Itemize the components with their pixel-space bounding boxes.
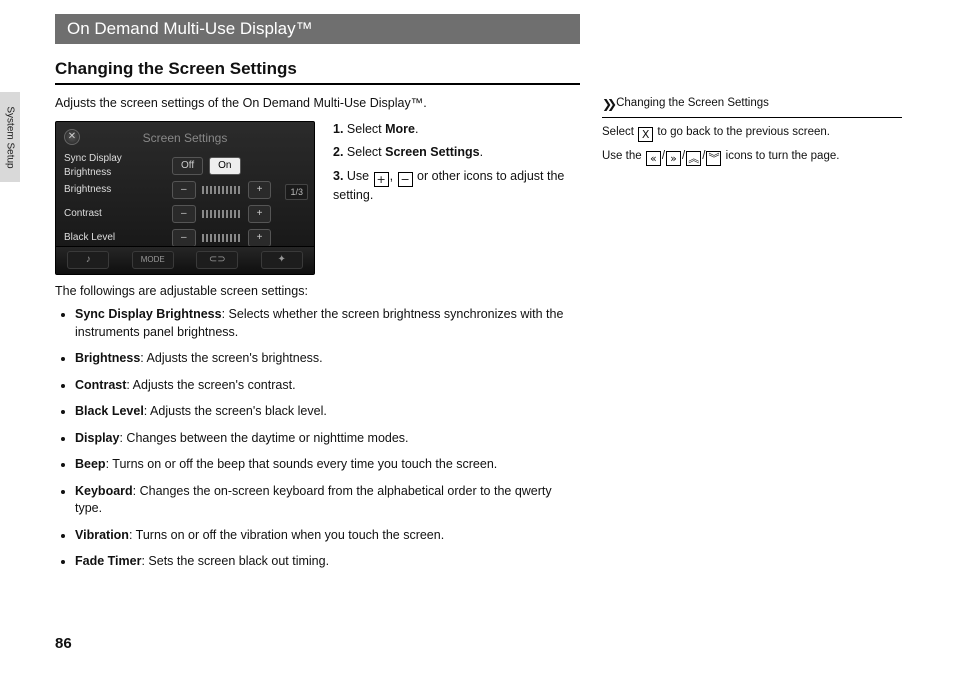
margin-heading-text: Changing the Screen Settings [616,95,769,113]
setting-name: Brightness [75,351,140,365]
figure-footer-mode: MODE [132,251,174,269]
setting-desc: : Changes between the daytime or nightti… [119,431,408,445]
section-title: Changing the Screen Settings [55,59,580,85]
setting-name: Vibration [75,528,129,542]
step-number: 1. [333,122,347,136]
figure-footer-icon: ⊂⊃ [196,251,238,269]
margin-notes: ❯❯ Changing the Screen Settings Select X… [602,95,902,172]
figure-plus: + [248,205,272,223]
step-text: , [390,169,397,183]
figure-bottom-bar: ♪ MODE ⊂⊃ ✦ [56,246,314,274]
figure-pager: 1/3 [285,184,308,201]
setting-desc: : Turns on or off the beep that sounds e… [106,457,498,471]
figure-ticks [202,234,242,242]
list-item: Beep: Turns on or off the beep that soun… [75,456,580,474]
page-number: 86 [55,635,72,652]
figure-ticks [202,186,242,194]
setting-name: Contrast [75,378,126,392]
minus-icon: − [398,172,413,187]
list-item: Fade Timer: Sets the screen black out ti… [75,553,580,571]
step-1: 1. Select More. [333,121,580,139]
chapter-header-text: On Demand Multi-Use Display™ [67,19,313,39]
figure-plus: + [248,181,272,199]
figure-label: Sync Display Brightness [64,152,166,180]
margin-text: to go back to the previous screen. [654,126,830,138]
setting-name: Fade Timer [75,554,141,568]
sep: / [702,150,705,162]
followings-text: The followings are adjustable screen set… [55,283,580,301]
step-number: 2. [333,145,347,159]
setting-desc: : Turns on or off the vibration when you… [129,528,444,542]
list-item: Brightness: Adjusts the screen's brightn… [75,350,580,368]
margin-heading: ❯❯ Changing the Screen Settings [602,95,902,118]
list-item: Sync Display Brightness: Selects whether… [75,306,580,341]
figure-footer-icon: ♪ [67,251,109,269]
setting-name: Sync Display Brightness [75,307,222,321]
figure-row-contrast: Contrast – + [64,204,306,224]
margin-text: Select [602,126,637,138]
figure-title: Screen Settings [64,130,306,147]
figure-label: Brightness [64,183,166,197]
setting-desc: : Adjusts the screen's black level. [144,404,327,418]
figure-minus: – [172,205,196,223]
intro-text: Adjusts the screen settings of the On De… [55,95,580,113]
sep: / [662,150,665,162]
figure-label: Black Level [64,231,166,245]
setting-desc: : Sets the screen black out timing. [141,554,329,568]
figure-row-brightness: Brightness – + [64,180,306,200]
plus-icon: + [374,172,389,187]
sep: / [682,150,685,162]
setting-desc: : Adjusts the screen's brightness. [140,351,322,365]
figure-footer-icon: ✦ [261,251,303,269]
list-item: Display: Changes between the daytime or … [75,430,580,448]
chapter-header: On Demand Multi-Use Display™ [55,14,580,44]
list-item: Vibration: Turns on or off the vibration… [75,527,580,545]
list-item: Black Level: Adjusts the screen's black … [75,403,580,421]
setting-name: Display [75,431,119,445]
step-keyword: More [385,122,415,136]
figure-minus: – [172,181,196,199]
skip-icon: ❯❯ [602,95,612,114]
step-number: 3. [333,169,347,183]
side-tab-label: System Setup [5,106,16,168]
figure-row-sync: Sync Display Brightness Off On [64,156,306,176]
step-text: Select [347,145,385,159]
figure-close-icon: ✕ [64,129,80,145]
screen-settings-figure: ✕ Screen Settings Sync Display Brightnes… [55,121,315,275]
settings-list: Sync Display Brightness: Selects whether… [55,306,580,571]
step-keyword: Screen Settings [385,145,479,159]
list-item: Keyboard: Changes the on-screen keyboard… [75,483,580,518]
step-text: Use [347,169,373,183]
figure-label: Contrast [64,207,166,221]
step-text: . [480,145,483,159]
steps-list: 1. Select More. 2. Select Screen Setting… [333,121,580,275]
page-left-icon: « [646,151,661,166]
page-right-icon: » [666,151,681,166]
setting-name: Black Level [75,404,144,418]
figure-ticks [202,210,242,218]
page-down-icon: ︾ [706,151,721,166]
list-item: Contrast: Adjusts the screen's contrast. [75,377,580,395]
margin-text: Use the [602,150,645,162]
margin-line-2: Use the «/»/︽/︾ icons to turn the page. [602,148,902,166]
step-3: 3. Use +, − or other icons to adjust the… [333,168,580,205]
setting-desc: : Changes the on-screen keyboard from th… [75,484,552,516]
side-tab: System Setup [0,92,20,182]
step-text: Select [347,122,385,136]
setting-desc: : Adjusts the screen's contrast. [126,378,295,392]
figure-sync-on: On [209,157,240,175]
margin-text: icons to turn the page. [722,150,839,162]
setting-name: Keyboard [75,484,133,498]
close-icon: X [638,127,653,142]
step-2: 2. Select Screen Settings. [333,144,580,162]
page-up-icon: ︽ [686,151,701,166]
step-text: . [415,122,418,136]
main-column: Adjusts the screen settings of the On De… [55,95,580,580]
figure-sync-off: Off [172,157,203,175]
margin-line-1: Select X to go back to the previous scre… [602,124,902,142]
setting-name: Beep [75,457,106,471]
